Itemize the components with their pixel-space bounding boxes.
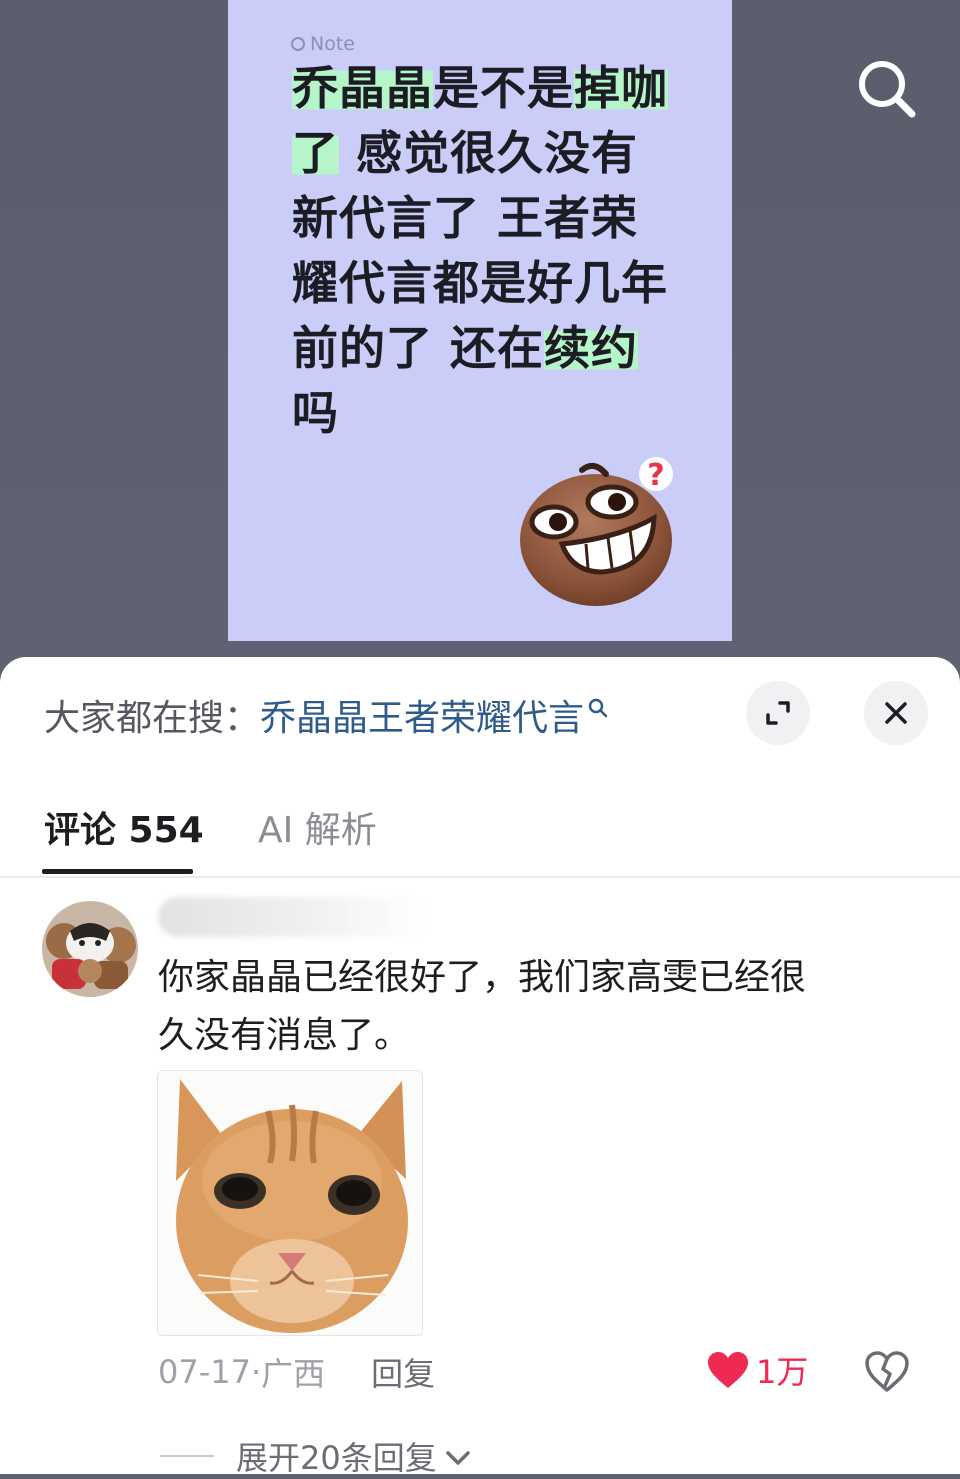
note-segment: 耀代言都是好几年 — [292, 256, 668, 310]
tab-comments[interactable]: 评论 554 — [44, 801, 204, 853]
note-tag: Note — [291, 33, 355, 55]
note-segment: 新代言了 王者荣 — [292, 191, 639, 245]
note-line: 吗 — [292, 381, 676, 446]
replies-dash — [160, 1455, 214, 1457]
reply-button[interactable]: 回复 — [371, 1349, 435, 1395]
close-icon — [885, 702, 907, 724]
note-segment: 感觉很久没有 — [339, 126, 639, 180]
dislike-button[interactable] — [864, 1350, 910, 1394]
note-segment: 吗 — [292, 386, 339, 440]
mini-search-icon — [588, 698, 608, 718]
comment-text: 你家晶晶已经很好了，我们家高雯已经很 久没有消息了。 — [158, 949, 898, 1065]
close-button[interactable] — [864, 681, 928, 745]
comment-meta: 07-17 · 广西 回复 — [158, 1349, 435, 1395]
note-line: 新代言了 王者荣 — [292, 186, 676, 251]
avatar-image — [42, 901, 138, 997]
note-line: 耀代言都是好几年 — [292, 251, 676, 316]
note-tag-label: Note — [310, 33, 355, 55]
thinking-emoji: ? — [520, 457, 673, 606]
username-blurred[interactable] — [158, 897, 428, 937]
search-suggestion-prefix: 大家都在搜： — [44, 698, 261, 739]
search-icon — [859, 61, 916, 118]
chevron-down-icon — [445, 1451, 470, 1465]
note-line: 前的了 还在续约 — [292, 316, 676, 381]
note-text: 乔晶晶是不是掉咖 了 感觉很久没有 新代言了 王者荣 耀代言都是好几年 前的了 … — [292, 56, 676, 446]
comment-sheet: 大家都在搜： 乔晶晶王者荣耀代言 评论 554 AI 解析 你家晶晶已经很好了，… — [0, 657, 960, 1477]
note-segment: 前的了 还在 — [292, 321, 545, 375]
comment-date: 07-17 — [158, 1353, 251, 1391]
comment-line: 你家晶晶已经很好了，我们家高雯已经很 — [158, 957, 807, 998]
expand-button[interactable] — [746, 681, 810, 745]
heart-icon — [708, 1352, 748, 1388]
note-highlight: 续约 — [544, 321, 639, 375]
like-button[interactable]: 1万 — [706, 1347, 808, 1393]
comment-image-cat[interactable] — [157, 1070, 423, 1336]
comment-location: 广西 — [261, 1355, 326, 1393]
note-line: 了 感觉很久没有 — [292, 121, 676, 186]
expand-replies-button[interactable]: 展开20条回复 — [160, 1433, 471, 1479]
expand-replies-label: 展开20条回复 — [236, 1439, 437, 1477]
svg-text:?: ? — [647, 458, 664, 493]
cat-photo — [158, 1071, 422, 1335]
note-line: 乔晶晶是不是掉咖 — [292, 56, 676, 121]
comment-line: 久没有消息了。 — [158, 1015, 411, 1056]
broken-heart-icon — [865, 1351, 909, 1392]
tabs-divider — [0, 876, 960, 878]
expand-icon — [766, 701, 790, 725]
active-tab-indicator — [42, 869, 193, 874]
note-highlight: 了 — [292, 126, 339, 180]
note-highlight: 掉咖 — [574, 61, 668, 115]
note-segment: 是不是 — [433, 61, 574, 115]
search-button[interactable] — [852, 54, 922, 124]
like-count: 1万 — [756, 1353, 809, 1391]
avatar[interactable] — [42, 901, 138, 997]
note-highlight: 乔晶晶 — [292, 61, 433, 115]
note-card: Note 乔晶晶是不是掉咖 了 感觉很久没有 新代言了 王者荣 耀代言都是好几年… — [228, 0, 732, 641]
meta-separator: · — [250, 1353, 262, 1391]
tab-bar: 评论 554 AI 解析 — [0, 787, 960, 877]
video-area[interactable]: Note 乔晶晶是不是掉咖 了 感觉很久没有 新代言了 王者荣 耀代言都是好几年… — [0, 0, 960, 700]
search-suggestion: 大家都在搜： 乔晶晶王者荣耀代言 — [44, 691, 608, 739]
ring-icon — [291, 37, 305, 51]
search-suggestion-link[interactable]: 乔晶晶王者荣耀代言 — [260, 689, 584, 741]
tab-ai-analysis[interactable]: AI 解析 — [258, 801, 377, 853]
